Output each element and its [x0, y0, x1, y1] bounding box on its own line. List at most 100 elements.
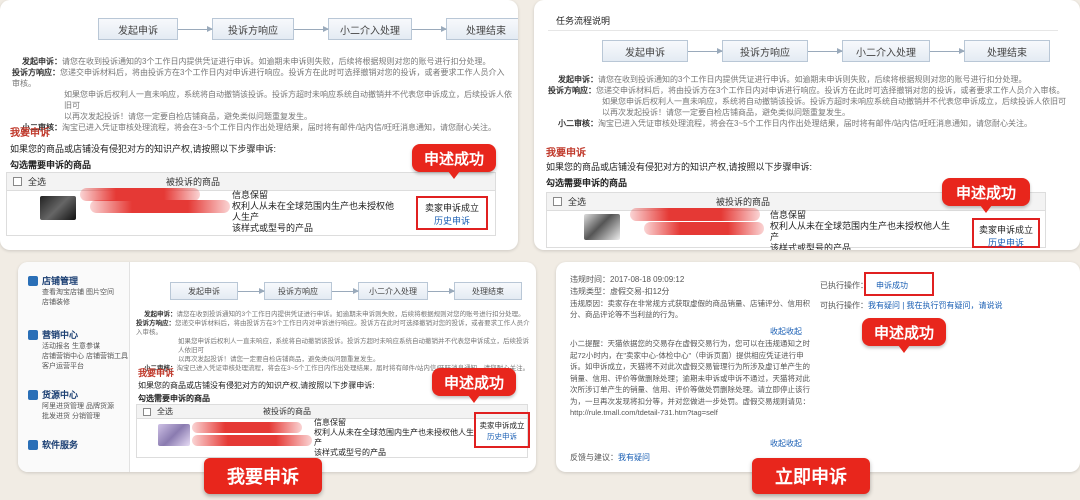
violation-type-row: 违规类型：虚假交易-扣12分: [570, 287, 670, 296]
action-box: 卖家申诉成立 历史申诉: [972, 218, 1040, 248]
col-goods: 被投诉的商品: [263, 407, 311, 416]
success-bubble: 申述成功: [432, 368, 516, 403]
marketing-icon: [28, 329, 38, 340]
panel-seller-center: 店铺管理 查看淘宝店铺 图片空间 店铺装修 营销中心 活动报名 生意参谋 店铺营销中…: [18, 262, 536, 472]
arrow-icon: [294, 25, 329, 32]
product-thumbnail: [158, 424, 190, 446]
history-link[interactable]: 历史申诉: [974, 237, 1038, 250]
software-icon: [28, 439, 38, 450]
table-header: 全选 被投诉的商品: [137, 405, 527, 419]
highlight-box: [864, 272, 934, 296]
history-link[interactable]: 历史申诉: [476, 431, 528, 442]
step-xiaoer: 小二介入处理: [358, 282, 428, 300]
panel-violation-detail: 违规时间：2017-08-18 09:09:12 违规类型：虚假交易-扣12分 …: [556, 262, 1080, 472]
complain-button[interactable]: 我要申诉: [204, 458, 322, 494]
process-description: 发起申诉：请您在收到投诉通知的3个工作日内提供凭证进行申诉。如逾期未申诉则失败，…: [12, 57, 512, 132]
collapse-link[interactable]: 收起收起: [770, 326, 802, 338]
process-description: 发起申诉：请您在收到投诉通知的3个工作日内提供凭证进行申诉。如逾期未申诉则失败，…: [548, 75, 1066, 128]
product-info: 信息保留 权利人从未在全球范围内生产也未授权他人生产 该样式或型号的产品: [770, 210, 951, 250]
step-end: 处理结束: [964, 40, 1050, 62]
appeal-success-status: 卖家申诉成立: [978, 225, 1033, 235]
process-steps: 发起申诉 投诉方响应 小二介入处理 处理结束: [170, 282, 522, 300]
select-all-checkbox[interactable]: [553, 197, 562, 206]
violation-desc-row: 违规原因：卖家存在非常规方式获取虚假的商品销量、店铺评分、信用积分、商品评论等不…: [570, 299, 810, 319]
task-flow-title: 任务流程说明: [556, 16, 611, 26]
panel-complaint-page-2: 任务流程说明 发起申诉 投诉方响应 小二介入处理 处理结束 发起申诉：请您在收到…: [534, 0, 1080, 250]
step-initiate: 发起申诉: [170, 282, 238, 300]
sidebar-group-shop[interactable]: 店铺管理: [28, 274, 78, 287]
step-initiate: 发起申诉: [98, 18, 178, 40]
select-label: 勾选需要申诉的商品: [10, 160, 92, 170]
redaction-mark: [90, 200, 230, 213]
sidebar-items-shop[interactable]: 查看淘宝店铺 图片空间 店铺装修: [42, 288, 126, 308]
collapse-link[interactable]: 收起收起: [770, 438, 802, 450]
select-label: 勾选需要申诉的商品: [138, 394, 210, 403]
process-steps: 发起申诉 投诉方响应 小二介入处理 处理结束: [98, 18, 518, 40]
success-bubble: 申述成功: [862, 318, 946, 353]
process-description: 发起申诉：请您在收到投诉通知的3个工作日内提供凭证进行申诉。如逾期未申诉则失败，…: [136, 311, 530, 372]
step-respond: 投诉方响应: [212, 18, 294, 40]
appeal-success-status: 卖家申诉成立: [424, 203, 479, 213]
action-box: 卖家申诉成立 历史申诉: [474, 412, 530, 448]
sidebar-items-marketing[interactable]: 活动报名 生意参谋 店铺营销中心 店铺营销工具 客户运营平台: [42, 342, 128, 372]
arrow-icon: [930, 47, 965, 54]
success-bubble: 申述成功: [942, 178, 1030, 213]
col-goods: 被投诉的商品: [166, 177, 221, 187]
sidebar-items-sourcing[interactable]: 阿里进货管理 品牌货源 批发进货 分销管理: [42, 402, 128, 422]
redaction-mark: [630, 208, 760, 221]
section-title: 我要申诉: [138, 368, 175, 378]
col-goods: 被投诉的商品: [716, 197, 771, 207]
sidebar-group-marketing[interactable]: 营销中心: [28, 328, 78, 341]
section-title: 我要申诉: [546, 148, 586, 159]
available-action-row: 可执行操作：我有疑问 | 我在执行罚有疑问，请说说: [820, 301, 1003, 310]
select-all-checkbox[interactable]: [143, 407, 151, 416]
appeal-now-button[interactable]: 立即申诉: [752, 458, 870, 494]
redaction-mark: [192, 422, 302, 433]
section-title: 我要申诉: [10, 128, 50, 139]
complaint-intro: 如果您的商品或店铺没有侵犯对方的知识产权,请按照以下步骤申诉:: [138, 381, 375, 390]
select-all-label: 全选: [28, 177, 47, 187]
arrow-icon: [688, 47, 723, 54]
step-respond: 投诉方响应: [722, 40, 808, 62]
arrow-icon: [178, 25, 213, 32]
feedback-link[interactable]: 我有疑问: [618, 453, 650, 462]
complaint-intro: 如果您的商品或店铺没有侵犯对方的知识产权,请按照以下步骤申诉:: [10, 144, 277, 154]
step-end: 处理结束: [454, 282, 522, 300]
sidebar-group-software[interactable]: 软件服务: [28, 438, 78, 451]
feedback-row: 反馈与建议：我有疑问: [570, 453, 650, 462]
violation-time-row: 违规时间：2017-08-18 09:09:12: [570, 275, 685, 284]
select-all-checkbox[interactable]: [13, 177, 22, 186]
product-thumbnail: [40, 196, 76, 220]
sourcing-icon: [28, 389, 38, 400]
action-box: 卖家申诉成立 历史申诉: [416, 196, 488, 230]
step-respond: 投诉方响应: [264, 282, 332, 300]
arrow-icon: [238, 287, 265, 294]
history-link[interactable]: 历史申诉: [418, 215, 486, 228]
product-info: 信息保留 权利人从未在全球范围内生产也未授权他人生产 该样式或型号的产品: [314, 418, 474, 457]
redaction-mark: [644, 222, 764, 235]
process-steps: 发起申诉 投诉方响应 小二介入处理 处理结束: [602, 40, 1050, 62]
arrow-icon: [332, 287, 359, 294]
redaction-mark: [192, 435, 312, 446]
xiaoer-tip: 小二提醒：天猫依据您的交易存在虚假交易行为，您可以在违规通知之时起72小时内，在…: [570, 339, 810, 417]
arrow-icon: [428, 287, 455, 294]
seller-sidebar: 店铺管理 查看淘宝店铺 图片空间 店铺装修 营销中心 活动报名 生意参谋 店铺营销中…: [18, 262, 130, 472]
select-all-label: 全选: [568, 197, 587, 207]
success-bubble: 申述成功: [412, 144, 496, 179]
shop-icon: [28, 275, 38, 286]
product-info: 信息保留 权利人从未在全球范围内生产也未授权他人生产 该样式或型号的产品: [232, 190, 395, 233]
select-all-label: 全选: [157, 407, 173, 416]
step-initiate: 发起申诉: [602, 40, 688, 62]
panel-complaint-page-1: 发起申诉 投诉方响应 小二介入处理 处理结束 发起申诉：请您在收到投诉通知的3个…: [0, 0, 518, 250]
step-xiaoer: 小二介入处理: [328, 18, 412, 40]
arrow-icon: [808, 47, 843, 54]
complaint-intro: 如果您的商品或店铺没有侵犯对方的知识产权,请按照以下步骤申诉:: [546, 162, 813, 172]
arrow-icon: [412, 25, 447, 32]
step-xiaoer: 小二介入处理: [842, 40, 930, 62]
table-header: 全选 被投诉的商品: [7, 173, 495, 191]
divider: [548, 30, 1058, 31]
available-action-links[interactable]: 我有疑问 | 我在执行罚有疑问，请说说: [868, 301, 1003, 310]
select-label: 勾选需要申诉的商品: [546, 178, 628, 188]
step-end: 处理结束: [446, 18, 518, 40]
sidebar-group-sourcing[interactable]: 货源中心: [28, 388, 78, 401]
